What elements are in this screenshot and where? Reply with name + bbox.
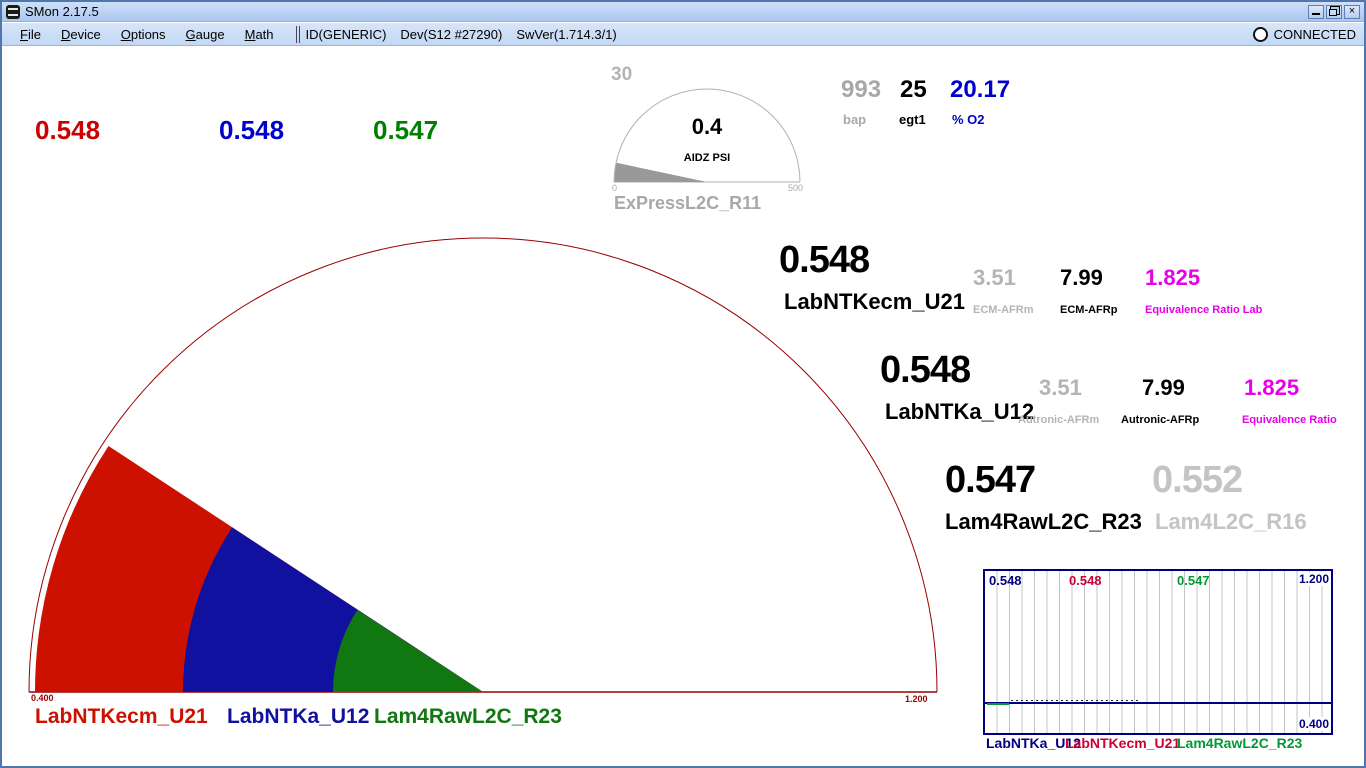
readout-egt1-label: egt1 <box>899 112 926 127</box>
minimize-icon <box>1312 8 1320 15</box>
connection-indicator-icon <box>1252 26 1268 42</box>
row2-sub3-label: Equivalence Ratio <box>1242 414 1337 426</box>
small-gauge-name: ExPressL2C_R11 <box>614 193 762 213</box>
row2-sub3-value: 1.825 <box>1244 375 1300 400</box>
trend-value-lam4raw: 0.547 <box>1177 573 1210 588</box>
big-gauge-legend-labntka: LabNTKa_U12 <box>227 705 370 728</box>
row1-sub1-label: ECM-AFRm <box>973 304 1034 316</box>
big-gauge-legend-labntkecm: LabNTKecm_U21 <box>35 705 208 728</box>
row3-main-value: 0.547 <box>945 459 1036 501</box>
readout-topleft-red: 0.548 <box>35 115 101 145</box>
readout-topleft-blue: 0.548 <box>219 115 285 145</box>
device-serial: Dev(S12 #27290) <box>400 26 503 42</box>
menu-separator <box>295 25 300 43</box>
software-version: SwVer(1.714.3/1) <box>516 26 617 42</box>
restore-icon <box>1329 9 1337 16</box>
trend-legend-labntkecm: LabNTKecm_U21 <box>1065 735 1181 751</box>
row1-sub3-value: 1.825 <box>1145 265 1201 290</box>
trend-ymax: 1.200 <box>1298 572 1329 586</box>
menu-bar: File Device Options Gauge Math ID(GENERI… <box>2 23 1364 46</box>
small-gauge-needle-wedge <box>614 162 707 182</box>
window-title: SMon 2.17.5 <box>25 4 99 19</box>
row3-secondary-label: Lam4L2C_R16 <box>1155 509 1307 534</box>
menu-options[interactable]: Options <box>111 25 176 44</box>
close-button[interactable]: × <box>1344 4 1360 19</box>
big-gauge-min: 0.400 <box>31 693 54 703</box>
small-gauge-value: 0.4 <box>691 114 723 139</box>
readout-bap-label: bap <box>843 112 867 127</box>
trend-chart: 0.548 0.548 0.547 1.200 0.400 <box>983 569 1333 735</box>
trend-legend-lam4raw: Lam4RawL2C_R23 <box>1177 735 1303 751</box>
trend-ymin: 0.400 <box>1298 717 1329 731</box>
app-window: SMon 2.17.5 × File Device Options Gauge … <box>0 0 1366 768</box>
row1-sub2-value: 7.99 <box>1060 265 1103 290</box>
row3-secondary-value: 0.552 <box>1152 459 1243 501</box>
dashboard: 0.548 0.548 0.547 30 0.4 AIDZ PSI 0 500 … <box>2 46 1364 766</box>
row2-main-value: 0.548 <box>880 349 971 391</box>
small-gauge-peak: 30 <box>611 64 633 85</box>
trend-trace-noise <box>1011 700 1141 701</box>
row1-sub2-label: ECM-AFRp <box>1060 304 1118 316</box>
row1-sub3-label: Equivalence Ratio Lab <box>1145 304 1263 316</box>
close-icon: × <box>1348 5 1356 17</box>
readout-topleft-green: 0.547 <box>373 115 439 145</box>
readout-o2-label: % O2 <box>952 112 985 127</box>
small-gauge-min: 0 <box>612 183 618 193</box>
big-gauge-wedge-lam4raw <box>333 610 483 692</box>
connection-status: CONNECTED <box>1273 26 1356 42</box>
row2-sub1-label: Autronic-AFRm <box>1018 414 1100 426</box>
row2-sub2-value: 7.99 <box>1142 375 1185 400</box>
readout-bap-value: 993 <box>841 76 882 103</box>
row1-sub1-value: 3.51 <box>973 265 1016 290</box>
row2-main-label: LabNTKa_U12 <box>885 399 1035 424</box>
small-gauge-unit: AIDZ PSI <box>683 152 731 164</box>
trend-trace-green <box>987 703 1009 705</box>
big-gauge-legend-lam4raw: Lam4RawL2C_R23 <box>374 705 562 728</box>
row1-main-label: LabNTKecm_U21 <box>784 289 965 314</box>
readout-o2-value: 20.17 <box>950 76 1011 103</box>
menu-file[interactable]: File <box>10 25 51 44</box>
title-bar: SMon 2.17.5 × <box>2 2 1364 22</box>
device-id: ID(GENERIC) <box>305 26 387 42</box>
row3-main-label: Lam4RawL2C_R23 <box>945 509 1142 534</box>
menu-math[interactable]: Math <box>235 25 284 44</box>
trend-value-labntka: 0.548 <box>989 573 1022 588</box>
trend-trace <box>985 702 1331 704</box>
small-gauge-max: 500 <box>788 183 804 193</box>
big-gauge-max: 1.200 <box>905 694 928 704</box>
app-icon <box>6 4 20 19</box>
menu-device[interactable]: Device <box>51 25 111 44</box>
restore-button[interactable] <box>1326 4 1342 19</box>
menu-gauge[interactable]: Gauge <box>176 25 235 44</box>
trend-value-labntkecm: 0.548 <box>1069 573 1102 588</box>
row2-sub2-label: Autronic-AFRp <box>1121 414 1200 426</box>
minimize-button[interactable] <box>1308 4 1324 19</box>
row2-sub1-value: 3.51 <box>1039 375 1082 400</box>
readout-egt1-value: 25 <box>900 76 927 103</box>
row1-main-value: 0.548 <box>779 239 870 281</box>
